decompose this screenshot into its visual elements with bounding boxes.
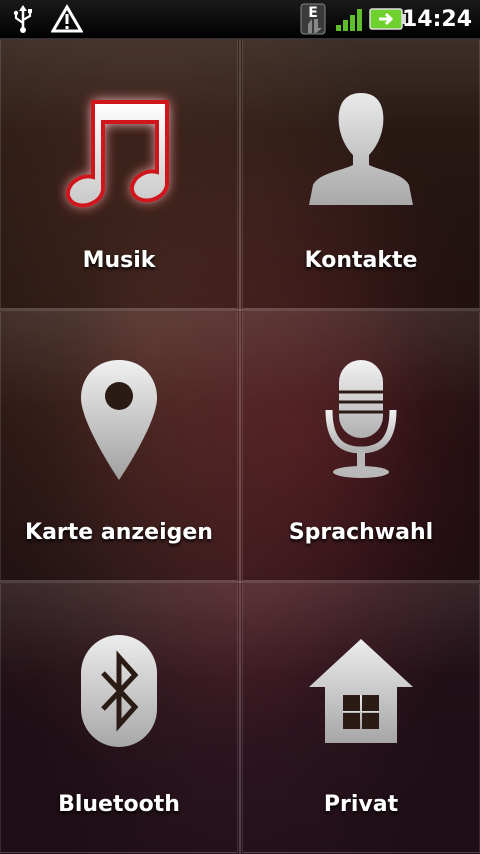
tile-label: Musik bbox=[82, 248, 156, 273]
music-note-icon bbox=[1, 70, 237, 230]
car-home-grid: Musik Kontakte Karte anzeigen Sprachwahl… bbox=[0, 39, 480, 854]
tile-label: Bluetooth bbox=[58, 792, 180, 817]
tile-bluetooth[interactable]: Bluetooth bbox=[0, 583, 238, 853]
grid-divider bbox=[0, 581, 480, 583]
clock: 14:24 bbox=[401, 6, 472, 32]
network-type-label: E bbox=[308, 5, 318, 21]
tile-karte-anzeigen[interactable]: Karte anzeigen bbox=[0, 311, 238, 581]
bluetooth-icon bbox=[1, 614, 237, 774]
tile-sprachwahl[interactable]: Sprachwahl bbox=[242, 311, 480, 581]
usb-icon bbox=[10, 0, 36, 38]
tile-privat[interactable]: Privat bbox=[242, 583, 480, 853]
tile-label: Sprachwahl bbox=[288, 520, 434, 545]
tile-kontakte[interactable]: Kontakte bbox=[242, 39, 480, 309]
tile-label: Kontakte bbox=[304, 248, 418, 273]
tile-musik[interactable]: Musik bbox=[0, 39, 238, 309]
map-pin-icon bbox=[1, 342, 237, 502]
warning-triangle-icon bbox=[50, 0, 84, 38]
tile-label: Privat bbox=[323, 792, 399, 817]
status-bar: E 14:24 bbox=[0, 0, 480, 39]
home-icon bbox=[243, 614, 479, 774]
person-icon bbox=[243, 70, 479, 230]
grid-divider bbox=[239, 39, 241, 854]
signal-strength-icon bbox=[334, 0, 364, 38]
tile-label: Karte anzeigen bbox=[25, 520, 213, 545]
grid-divider bbox=[0, 309, 480, 311]
microphone-icon bbox=[243, 342, 479, 502]
